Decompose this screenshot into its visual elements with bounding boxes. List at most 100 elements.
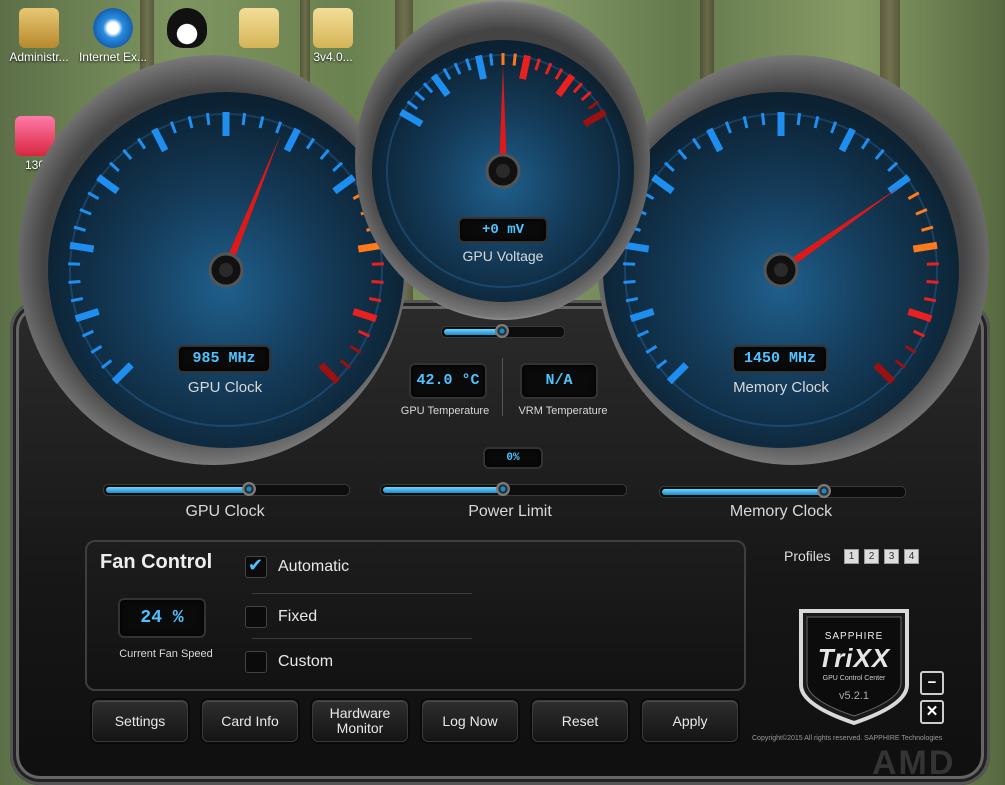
custom-checkbox[interactable] [245, 651, 267, 673]
gauge-tick [96, 174, 120, 195]
gauge-tick [319, 148, 330, 160]
gauge-tick [352, 308, 378, 323]
custom-option-label[interactable]: Custom [278, 653, 333, 671]
gpu-clock-slider-fill [106, 487, 248, 493]
gauge-hub-center [496, 164, 510, 178]
memory-clock-slider-knob[interactable] [817, 484, 831, 498]
memory-clock-readout: 1450 MHz [732, 345, 828, 373]
gauge-tick [111, 362, 134, 385]
gauge-tick [677, 148, 688, 160]
trixx-window: 985 MHz GPU Clock +0 mV GPU Voltage 1450… [0, 0, 1005, 785]
gauge-tick [629, 308, 655, 323]
fan-option-divider [252, 593, 472, 594]
apply-button[interactable]: Apply [642, 700, 738, 742]
fan-speed-label: Current Fan Speed [119, 648, 213, 660]
gauge-tick [519, 54, 531, 80]
gauge-tick [68, 279, 81, 284]
gpu-clock-dial-label: GPU Clock [187, 379, 263, 396]
power-limit-slider-fill [383, 487, 502, 493]
profile-2-button[interactable]: 2 [864, 549, 879, 564]
minimize-button[interactable]: − [920, 671, 944, 695]
hardware-monitor-label-line2: Monitor [336, 720, 384, 736]
gauge-tick [796, 112, 802, 126]
gauge-tick [691, 137, 702, 150]
gauge-hub-center [774, 263, 788, 277]
gpu-clock-readout: 985 MHz [177, 345, 271, 373]
gauge-tick [489, 53, 494, 66]
checkmark-icon: ✔ [248, 555, 264, 575]
memory-clock-slider-label: Memory Clock [729, 503, 833, 520]
memory-clock-slider-fill [662, 489, 823, 495]
automatic-option-label[interactable]: Automatic [278, 558, 349, 576]
card-info-button[interactable]: Card Info [202, 700, 298, 742]
automatic-checkbox[interactable]: ✔ [245, 555, 267, 578]
gauge-tick [406, 100, 419, 110]
log-now-button[interactable]: Log Now [422, 700, 518, 742]
settings-button[interactable]: Settings [92, 700, 188, 742]
gauge-tick [136, 137, 147, 150]
gpu-clock-slider[interactable] [103, 482, 350, 496]
gpu-temperature-readout: 42.0 °C [409, 363, 487, 399]
profile-1-button[interactable]: 1 [844, 549, 859, 564]
power-limit-readout: 0% [483, 447, 543, 469]
close-button[interactable]: ✕ [920, 700, 944, 724]
gauge-tick [108, 161, 120, 172]
gauge-tick [912, 241, 938, 253]
gauge-tick [318, 362, 341, 385]
gauge-tick [475, 54, 487, 80]
gauge-tick [430, 73, 451, 98]
voltage-slider[interactable] [441, 324, 565, 338]
gauge-needle [778, 186, 901, 274]
copyright-text: Copyright©2015 All rights reserved. SAPP… [752, 735, 943, 742]
gauge-tick [580, 90, 592, 102]
power-limit-slider-knob[interactable] [496, 482, 510, 496]
trixx-product-text: TriXX [817, 643, 891, 673]
gauge-tick [760, 112, 766, 126]
gauge-tick [582, 108, 607, 128]
profile-4-button[interactable]: 4 [904, 549, 919, 564]
gauge-needle [222, 134, 281, 272]
reset-button[interactable]: Reset [532, 700, 628, 742]
voltage-readout: +0 mV [458, 217, 548, 243]
gauge-tick [79, 208, 92, 216]
gauge-tick [69, 241, 95, 253]
gauge-tick [587, 100, 600, 110]
gauge-tick [122, 148, 133, 160]
memory-clock-slider[interactable] [659, 484, 906, 498]
gauge-tick [887, 161, 899, 172]
fixed-option-label[interactable]: Fixed [278, 608, 317, 626]
profiles-label: Profiles [784, 548, 831, 564]
gauge-tick [555, 73, 576, 98]
gauge-tick [838, 127, 856, 153]
gauge-tick [666, 362, 689, 385]
gauge-tick [651, 174, 675, 195]
gauge-tick [926, 279, 939, 284]
fan-speed-readout: 24 % [118, 598, 206, 638]
gauge-tick [332, 174, 356, 195]
fan-option-divider [252, 638, 472, 639]
gauge-tick [305, 137, 316, 150]
fixed-checkbox[interactable] [245, 606, 267, 628]
gauge-tick [283, 127, 301, 153]
amd-watermark: AMD [872, 744, 956, 782]
power-limit-slider-label: Power Limit [468, 503, 552, 520]
profile-3-button[interactable]: 3 [884, 549, 899, 564]
gauge-tick [414, 90, 426, 102]
gauge-tick [873, 362, 896, 385]
voltage-slider-knob[interactable] [495, 324, 509, 338]
gauge-tick [874, 148, 885, 160]
voltage-slider-fill [444, 329, 501, 335]
gauge-tick [894, 359, 907, 369]
gauge-tick [205, 112, 211, 126]
hardware-monitor-button[interactable]: Hardware Monitor [312, 700, 408, 742]
version-text: v5.2.1 [839, 690, 869, 702]
vrm-temperature-readout: N/A [520, 363, 598, 399]
hardware-monitor-label-line1: Hardware [329, 705, 391, 721]
gauge-tick [74, 308, 100, 323]
gauge-tick [655, 359, 668, 369]
gauge-tick [915, 208, 928, 216]
power-limit-slider[interactable] [380, 482, 627, 496]
fan-control-title: Fan Control [100, 551, 213, 573]
gauge-tick [706, 127, 724, 153]
gpu-clock-slider-knob[interactable] [242, 482, 256, 496]
